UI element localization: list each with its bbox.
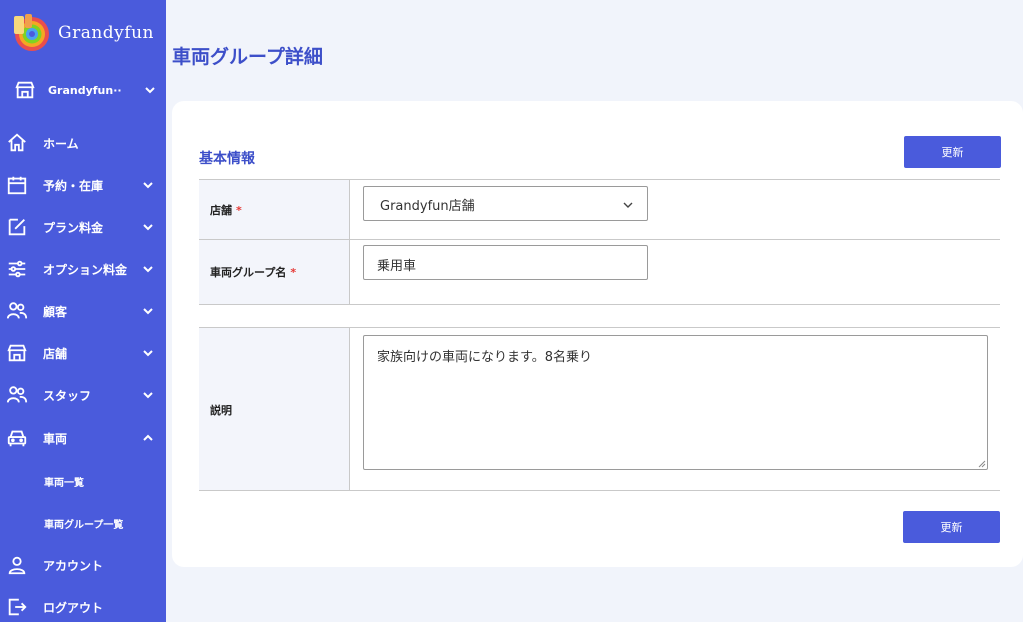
users-icon bbox=[6, 302, 28, 319]
sidebar-item-customer[interactable]: 顧客 bbox=[0, 296, 166, 326]
sliders-icon bbox=[8, 260, 26, 278]
brand-logo[interactable]: Grandyfun bbox=[12, 14, 154, 52]
store-icon bbox=[15, 81, 35, 99]
sidebar-item-label: 予約・在庫 bbox=[43, 178, 104, 193]
chevron-down-icon bbox=[143, 266, 153, 273]
sidebar: Grandyfun Grandyfun··· ホーム 予約・在庫 プラン料金 オ… bbox=[0, 0, 166, 622]
group-name-value: 乗用車 bbox=[377, 259, 417, 274]
sidebar-item-label: オプション料金 bbox=[43, 262, 128, 277]
store-selector[interactable]: Grandyfun··· bbox=[14, 78, 156, 102]
chevron-down-icon bbox=[145, 87, 155, 94]
store-selector-label: Grandyfun··· bbox=[48, 83, 122, 97]
users-icon bbox=[6, 386, 28, 403]
sidebar-item-option[interactable]: オプション料金 bbox=[0, 254, 166, 284]
sidebar-item-account[interactable]: アカウント bbox=[0, 550, 166, 580]
sidebar-item-label: スタッフ bbox=[43, 388, 92, 403]
store-select[interactable]: Grandyfun店舗 bbox=[363, 186, 648, 221]
sidebar-item-label: プラン料金 bbox=[43, 220, 104, 235]
edit-icon bbox=[8, 218, 26, 236]
sidebar-item-home[interactable]: ホーム bbox=[0, 128, 166, 158]
sidebar-subitem-vehicle-group-list[interactable]: 車両グループ一覧 bbox=[44, 516, 123, 531]
group-name-input[interactable]: 乗用車 bbox=[363, 245, 648, 280]
divider bbox=[199, 179, 1000, 180]
user-icon bbox=[8, 556, 26, 575]
group-name-label: 車両グループ名 * bbox=[210, 264, 296, 280]
sidebar-item-logout[interactable]: ログアウト bbox=[0, 592, 166, 622]
logout-icon bbox=[8, 598, 27, 616]
page-title: 車両グループ詳細 bbox=[172, 46, 323, 68]
sidebar-item-label: アカウント bbox=[43, 558, 104, 573]
description-label: 説明 bbox=[210, 404, 232, 417]
section-title: 基本情報 bbox=[199, 151, 255, 167]
sidebar-item-label: ログアウト bbox=[43, 600, 104, 615]
resize-handle-icon[interactable] bbox=[978, 460, 986, 468]
home-icon bbox=[8, 133, 26, 152]
sidebar-item-label: 顧客 bbox=[43, 304, 68, 319]
divider bbox=[199, 490, 1000, 491]
update-button-bottom[interactable]: 更新 bbox=[903, 511, 1000, 543]
chevron-up-icon bbox=[143, 434, 153, 441]
divider bbox=[199, 304, 1000, 305]
required-mark: * bbox=[236, 204, 242, 217]
sidebar-item-staff[interactable]: スタッフ bbox=[0, 380, 166, 410]
brand-name: Grandyfun bbox=[58, 23, 154, 43]
divider bbox=[199, 239, 1000, 240]
update-button-top[interactable]: 更新 bbox=[904, 136, 1001, 168]
divider bbox=[199, 327, 1000, 328]
store-icon bbox=[7, 344, 27, 362]
required-mark: * bbox=[290, 266, 297, 279]
sidebar-item-store[interactable]: 店舗 bbox=[0, 338, 166, 368]
store-label: 店舗 * bbox=[210, 202, 242, 218]
calendar-icon bbox=[7, 176, 27, 195]
chevron-down-icon bbox=[143, 224, 153, 231]
chevron-down-icon bbox=[623, 202, 633, 208]
sidebar-item-label: ホーム bbox=[43, 136, 79, 151]
sidebar-item-vehicle[interactable]: 車両 bbox=[0, 423, 166, 453]
sidebar-subitem-vehicle-list[interactable]: 車両一覧 bbox=[44, 474, 84, 489]
chevron-down-icon bbox=[143, 308, 153, 315]
store-label-text: 店舗 bbox=[210, 204, 232, 217]
store-select-value: Grandyfun店舗 bbox=[380, 199, 475, 214]
chevron-down-icon bbox=[143, 350, 153, 357]
description-textarea[interactable]: 家族向けの車両になります。8名乗り bbox=[363, 335, 988, 470]
description-value: 家族向けの車両になります。8名乗り bbox=[377, 350, 592, 365]
rainbow-logo-icon bbox=[14, 14, 49, 51]
sidebar-item-label: 車両 bbox=[43, 431, 68, 446]
group-name-label-text: 車両グループ名 bbox=[210, 266, 287, 279]
car-icon bbox=[7, 430, 27, 447]
chevron-down-icon bbox=[143, 182, 153, 189]
sidebar-item-label: 店舗 bbox=[43, 346, 68, 361]
chevron-down-icon bbox=[143, 392, 153, 399]
sidebar-item-reservation[interactable]: 予約・在庫 bbox=[0, 170, 166, 200]
sidebar-item-plan[interactable]: プラン料金 bbox=[0, 212, 166, 242]
